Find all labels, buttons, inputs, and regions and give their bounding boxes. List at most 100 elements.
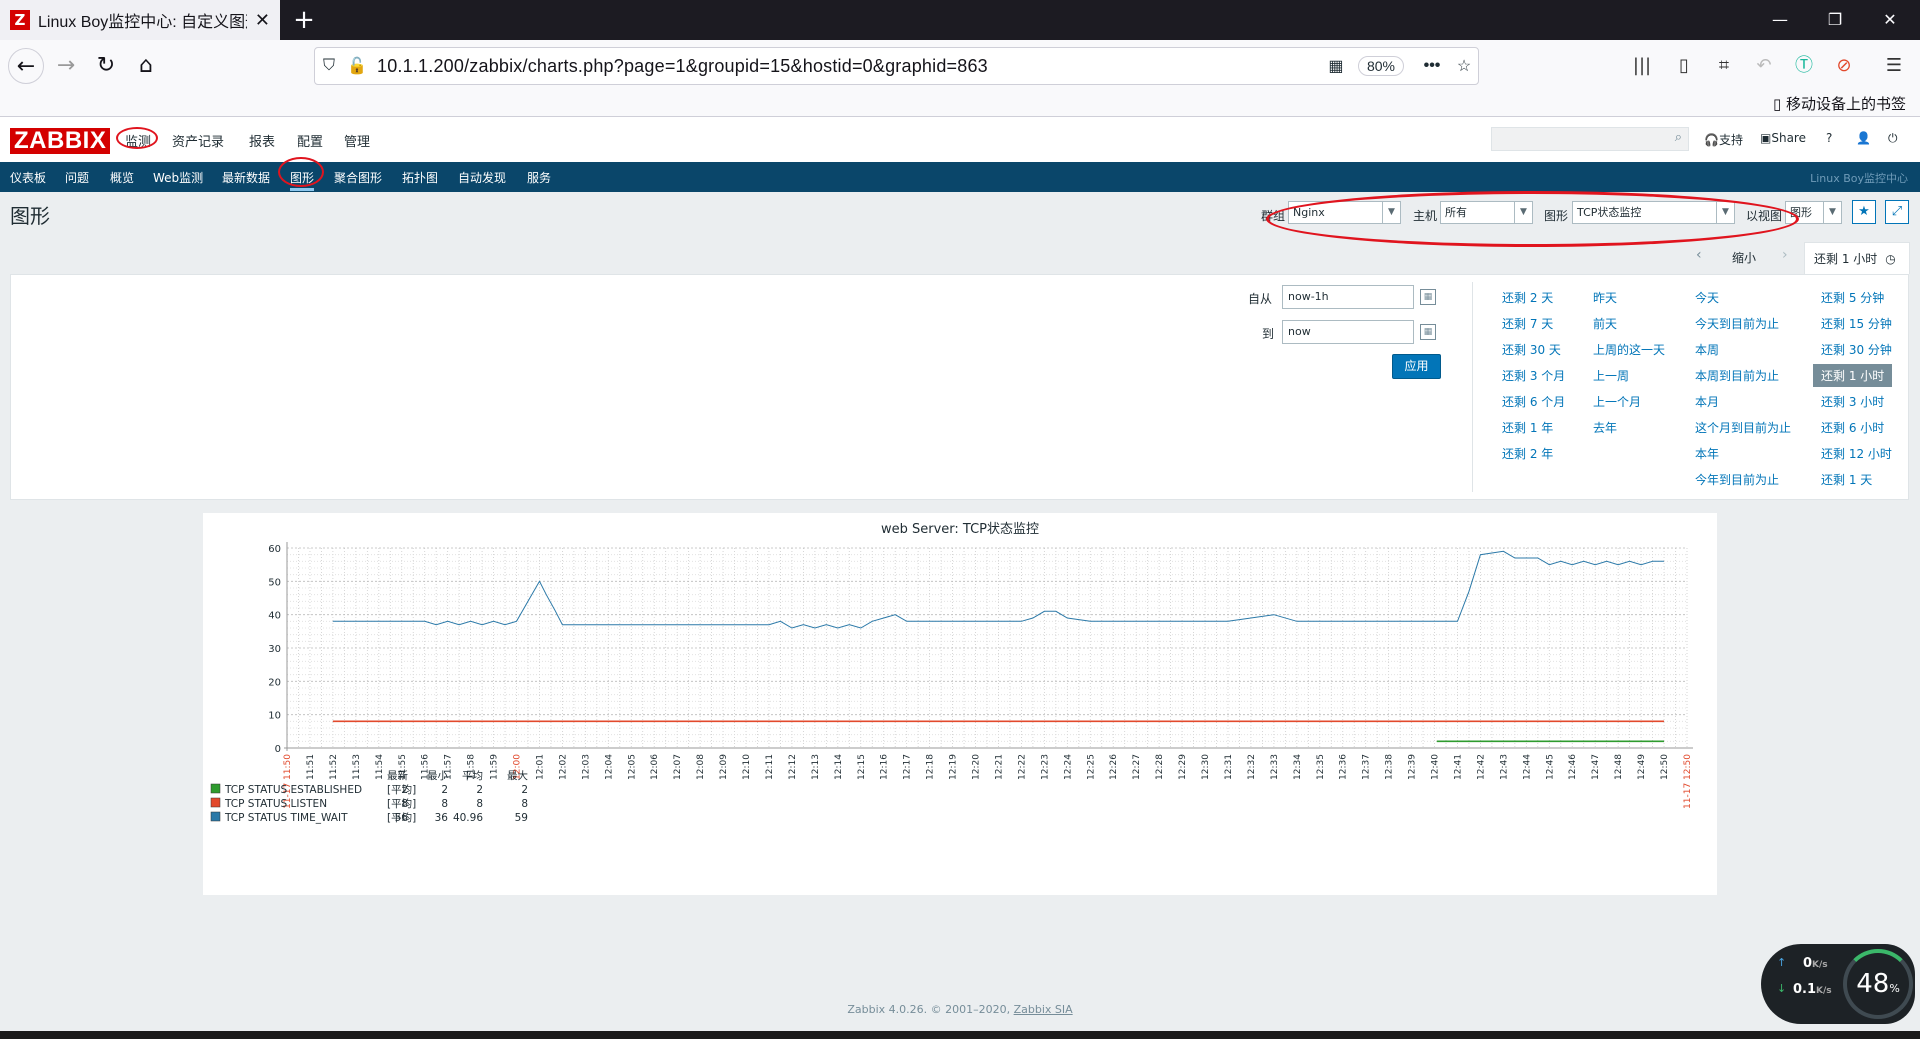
zabbix-favicon-icon: Z [10, 10, 30, 30]
time-prev-icon[interactable]: ‹ [1696, 247, 1702, 263]
quick-range-link[interactable]: 还剩 12 小时 [1821, 445, 1892, 462]
quick-range-link[interactable]: 去年 [1593, 419, 1617, 436]
quick-range-link[interactable]: 还剩 7 天 [1502, 315, 1553, 332]
favorite-star-button[interactable]: ★ [1852, 200, 1876, 224]
submenu-overview[interactable]: 概览 [110, 169, 134, 186]
user-profile-icon[interactable]: 👤 [1856, 131, 1871, 145]
translate-icon[interactable]: Ⓣ [1790, 52, 1818, 80]
x-tick-label: 12:20 [972, 754, 982, 780]
restore-icon[interactable]: ❐ [1807, 0, 1863, 40]
submenu-screens[interactable]: 聚合图形 [334, 169, 382, 186]
submenu-discovery[interactable]: 自动发现 [458, 169, 506, 186]
host-label: 主机 [1413, 209, 1438, 223]
block-icon[interactable]: ⊘ [1830, 52, 1858, 80]
qr-code-icon[interactable]: ▦ [1322, 56, 1350, 76]
submenu-maps[interactable]: 拓扑图 [402, 169, 438, 186]
quick-range-link[interactable]: 还剩 30 天 [1502, 341, 1561, 358]
quick-range-link[interactable]: 本周到目前为止 [1695, 367, 1779, 384]
quick-range-link[interactable]: 还剩 3 小时 [1821, 393, 1884, 410]
menu-inventory[interactable]: 资产记录 [172, 131, 224, 150]
quick-range-link[interactable]: 今天 [1695, 289, 1719, 306]
submenu-services[interactable]: 服务 [527, 169, 551, 186]
bookmark-star-icon[interactable]: ☆ [1450, 56, 1478, 76]
group-select[interactable]: Nginx ▼ [1288, 201, 1401, 224]
time-tab-current[interactable]: 还剩 1 小时 ◷ [1804, 242, 1910, 274]
quick-range-link[interactable]: 今天到目前为止 [1695, 315, 1779, 332]
search-input[interactable]: ⌕ [1491, 127, 1689, 151]
url-bar[interactable]: ⛉ 🔓 10.1.1.200/zabbix/charts.php?page=1&… [314, 47, 1479, 85]
quick-range-link[interactable]: 还剩 1 天 [1821, 471, 1872, 488]
to-input[interactable]: now [1282, 320, 1414, 344]
graph-select[interactable]: TCP状态监控 ▼ [1572, 201, 1735, 224]
quick-range-link[interactable]: 还剩 6 小时 [1821, 419, 1884, 436]
back-icon[interactable]: ← [8, 48, 44, 84]
quick-range-link[interactable]: 上一周 [1593, 367, 1629, 384]
undo-icon[interactable]: ↶ [1750, 52, 1778, 80]
minimize-icon[interactable]: — [1752, 0, 1808, 40]
x-tick-label: 12:43 [1499, 754, 1509, 780]
support-link[interactable]: 🎧支持 [1704, 131, 1743, 148]
calendar-icon[interactable]: ▦ [1420, 324, 1436, 340]
quick-range-link[interactable]: 今年到目前为止 [1695, 471, 1779, 488]
quick-range-link[interactable]: 昨天 [1593, 289, 1617, 306]
sidebar-icon[interactable]: ▯ [1670, 52, 1698, 80]
y-tick-label: 40 [268, 611, 281, 622]
calendar-icon[interactable]: ▦ [1420, 289, 1436, 305]
quick-range-link[interactable]: 这个月到目前为止 [1695, 419, 1791, 436]
quick-range-link[interactable]: 还剩 3 个月 [1502, 367, 1565, 384]
x-tick-label: 12:38 [1385, 754, 1395, 780]
close-window-icon[interactable]: ✕ [1862, 0, 1918, 40]
home-icon[interactable]: ⌂ [128, 48, 164, 84]
close-tab-icon[interactable]: ✕ [255, 10, 270, 31]
zoom-level[interactable]: 80% [1357, 56, 1404, 76]
quick-range-link[interactable]: 还剩 1 年 [1502, 419, 1553, 436]
host-select[interactable]: 所有 ▼ [1440, 201, 1533, 224]
share-link[interactable]: ▣Share [1760, 131, 1806, 145]
quick-range-link[interactable]: 还剩 5 分钟 [1821, 289, 1884, 306]
submenu-dashboard[interactable]: 仪表板 [10, 169, 46, 186]
quick-range-link[interactable]: 上一个月 [1593, 393, 1641, 410]
y-tick-label: 10 [268, 711, 281, 722]
zoom-out-button[interactable]: 缩小 [1732, 249, 1756, 266]
forward-icon[interactable]: → [48, 48, 84, 84]
quick-range-link[interactable]: 还剩 2 天 [1502, 289, 1553, 306]
tab-title: Linux Boy监控中心: 自定义图形 [38, 14, 247, 31]
fullscreen-button[interactable]: ⤢ [1885, 200, 1909, 224]
quick-range-link[interactable]: 还剩 30 分钟 [1821, 341, 1892, 358]
footer-link[interactable]: Zabbix SIA [1014, 1003, 1073, 1016]
screenshot-icon[interactable]: ⌗ [1710, 52, 1738, 80]
legend-value: 2 [441, 784, 448, 796]
menu-reports[interactable]: 报表 [249, 131, 275, 150]
view-label: 以视图 [1746, 209, 1783, 223]
submenu-web[interactable]: Web监测 [153, 169, 203, 186]
reload-icon[interactable]: ↻ [88, 48, 124, 84]
submenu-problems[interactable]: 问题 [65, 169, 89, 186]
quick-range-link[interactable]: 本周 [1695, 341, 1719, 358]
mobile-bookmarks[interactable]: ▯ 移动设备上的书签 [1773, 93, 1906, 114]
zabbix-logo[interactable]: ZABBIX [10, 128, 111, 154]
quick-range-link[interactable]: 还剩 1 小时 [1813, 364, 1893, 387]
apply-button[interactable]: 应用 [1392, 354, 1441, 379]
menu-icon[interactable]: ☰ [1880, 52, 1908, 80]
library-icon[interactable]: ||| [1628, 52, 1656, 80]
quick-range-link[interactable]: 还剩 6 个月 [1502, 393, 1565, 410]
help-link[interactable]: ? [1826, 131, 1832, 145]
new-tab-icon[interactable]: + [288, 4, 320, 36]
x-tick-label: 12:25 [1086, 754, 1096, 780]
quick-range-link[interactable]: 本年 [1695, 445, 1719, 462]
quick-range-link[interactable]: 本月 [1695, 393, 1719, 410]
page-actions-icon[interactable]: ••• [1418, 57, 1446, 75]
quick-range-link[interactable]: 还剩 2 年 [1502, 445, 1553, 462]
quick-range-link[interactable]: 还剩 15 分钟 [1821, 315, 1892, 332]
quick-range-link[interactable]: 前天 [1593, 315, 1617, 332]
logout-icon[interactable]: ⏻ [1888, 131, 1898, 146]
x-tick-label: 12:49 [1637, 754, 1647, 780]
menu-administration[interactable]: 管理 [344, 131, 370, 150]
from-input[interactable]: now-1h [1282, 285, 1414, 309]
browser-tab[interactable]: Z Linux Boy监控中心: 自定义图形 ✕ [0, 0, 280, 40]
view-select[interactable]: 图形 ▼ [1785, 201, 1842, 224]
submenu-latest-data[interactable]: 最新数据 [222, 169, 270, 186]
time-next-icon[interactable]: › [1782, 247, 1788, 263]
quick-range-link[interactable]: 上周的这一天 [1593, 341, 1665, 358]
menu-configuration[interactable]: 配置 [297, 131, 323, 150]
